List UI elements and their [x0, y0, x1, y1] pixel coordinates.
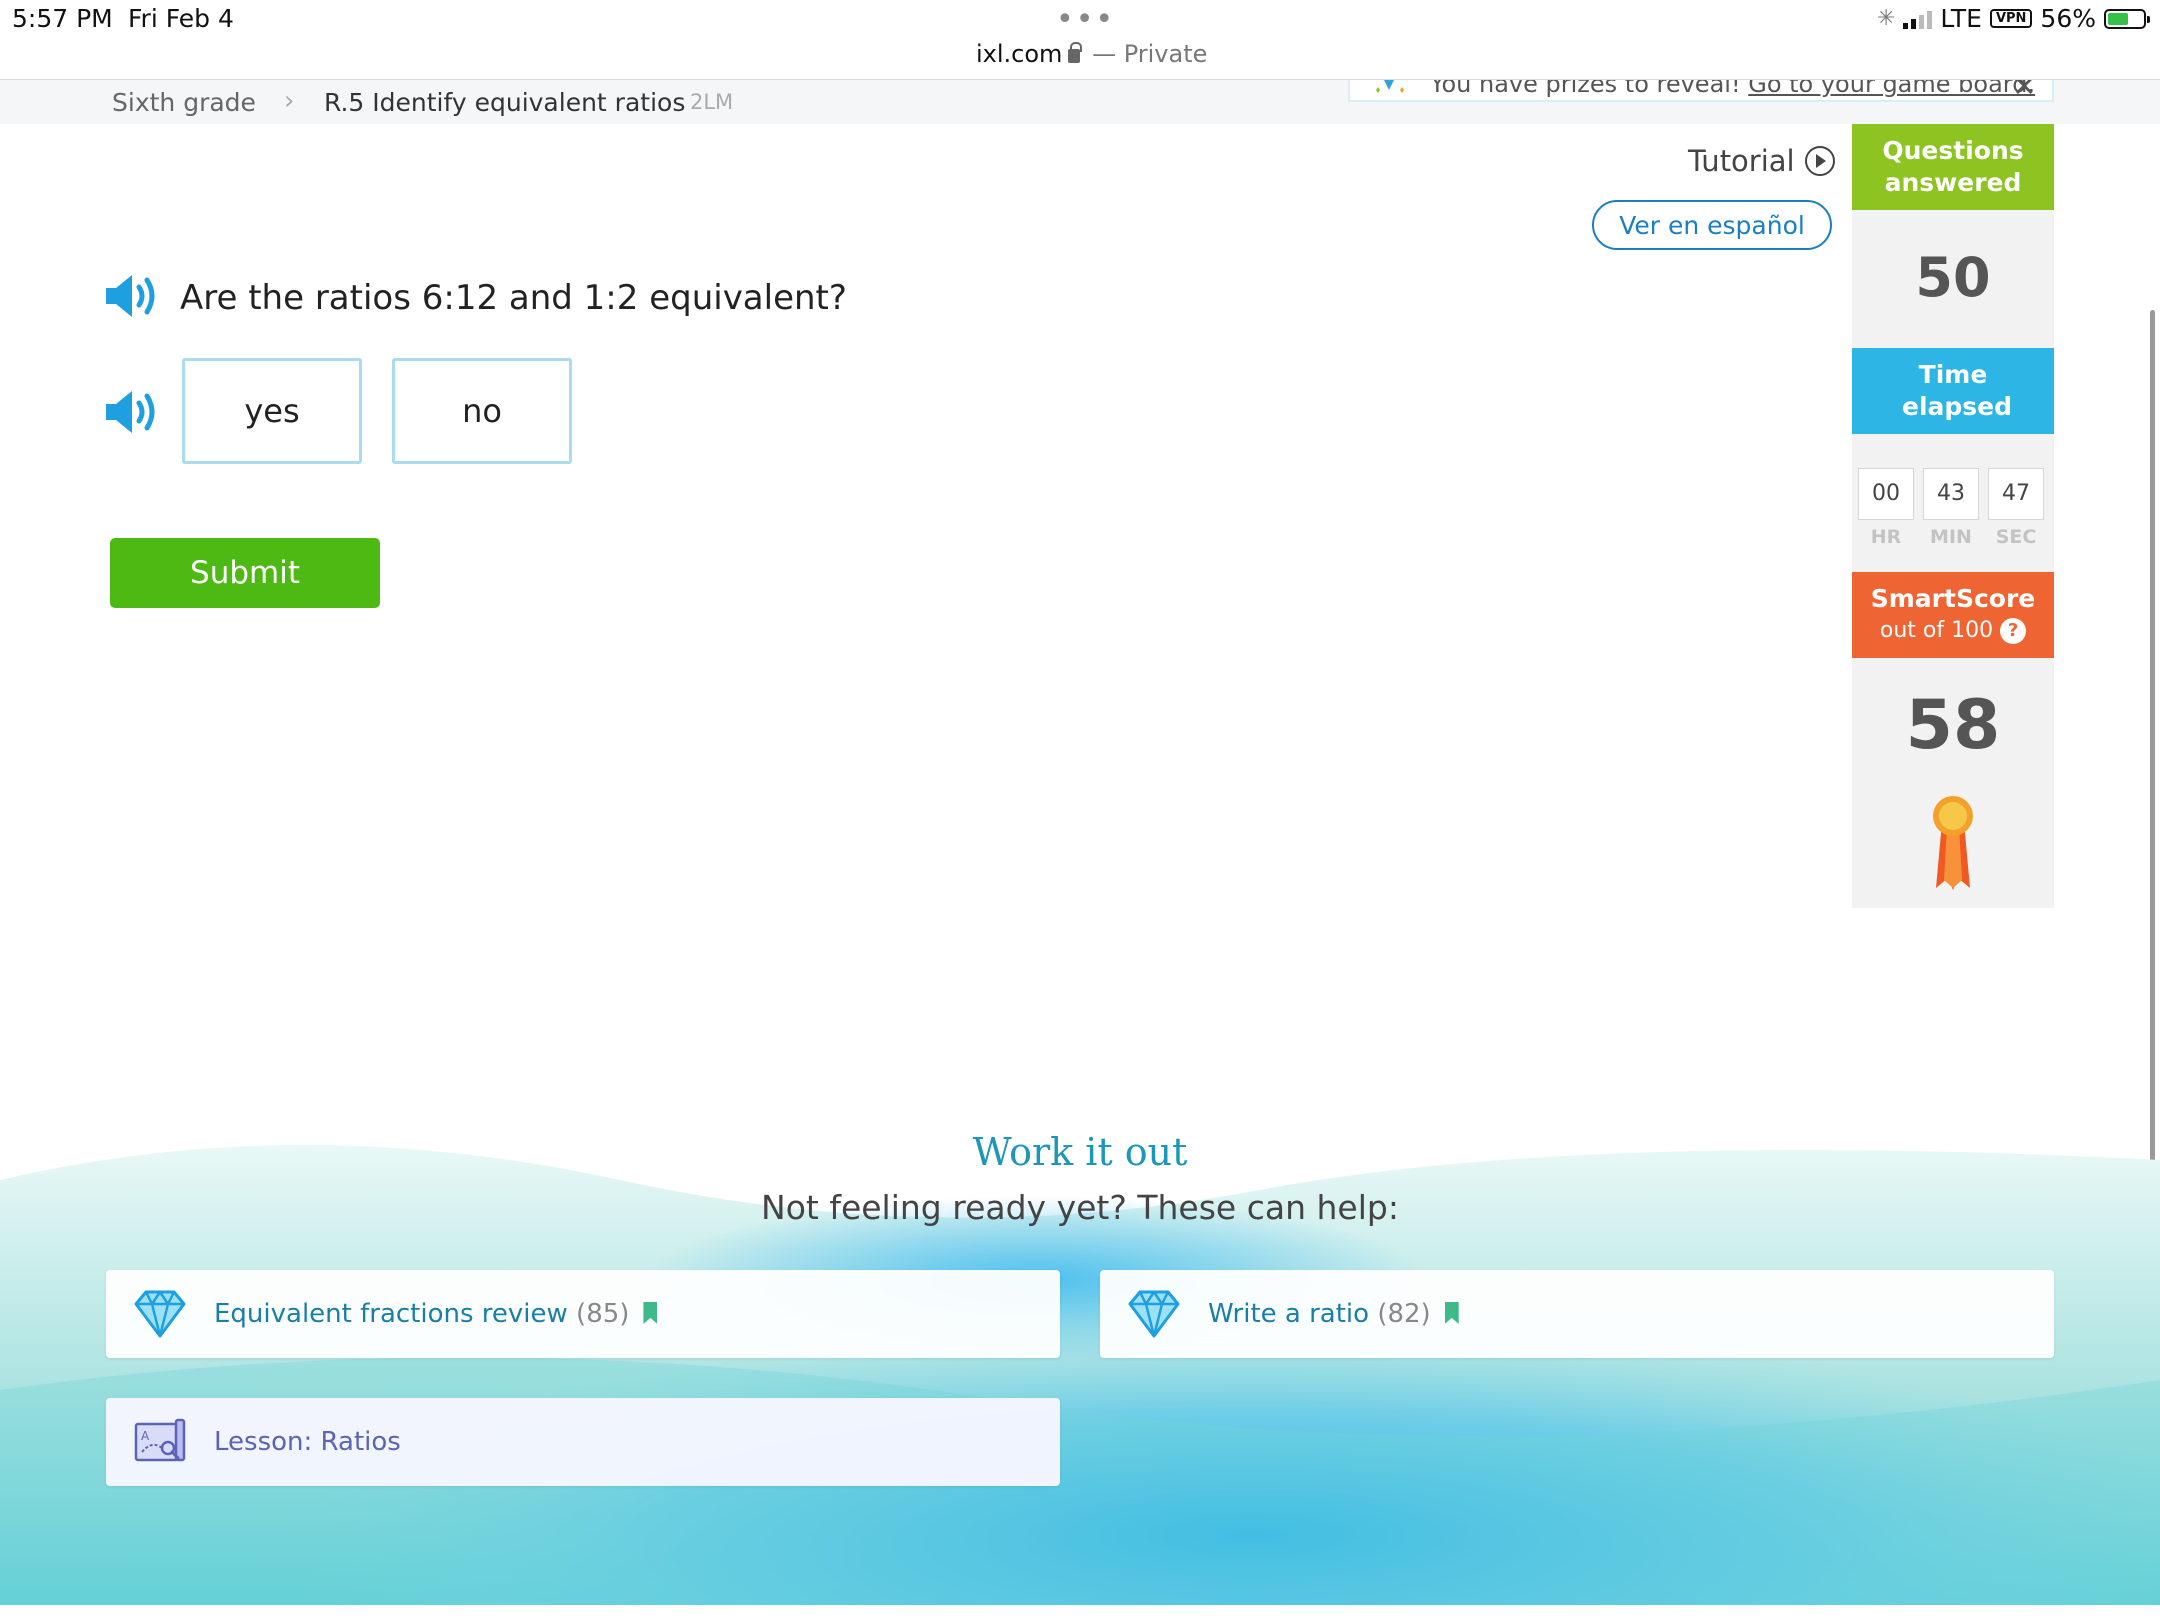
url-text: ixl.com	[976, 40, 1063, 68]
timer-minutes: 43	[1923, 468, 1979, 520]
battery-percent: 56%	[2040, 4, 2096, 33]
timer-seconds-label: SEC	[1995, 526, 2037, 548]
questions-answered-title: Questions answered	[1882, 136, 2024, 197]
vpn-badge: VPN	[1989, 9, 2033, 28]
speaker-icon[interactable]	[104, 272, 160, 320]
more-dots-icon[interactable]: •••	[1056, 2, 1115, 37]
status-bar: 5:57 PM Fri Feb 4 ••• ixl.com — Private …	[0, 0, 2160, 80]
tutorial-label: Tutorial	[1688, 144, 1795, 178]
smartscore-sub-text: out of 100	[1879, 618, 1994, 643]
submit-button[interactable]: Submit	[110, 538, 380, 608]
help-card-title: Lesson: Ratios	[214, 1427, 401, 1457]
breadcrumb-skill: R.5 Identify equivalent ratios	[324, 88, 686, 117]
bookmark-icon	[1444, 1302, 1459, 1324]
diamond-icon	[1128, 1290, 1180, 1338]
timer-seconds: 47	[1988, 468, 2044, 520]
status-time: 5:57 PM	[12, 4, 113, 33]
time-elapsed-header: Time elapsed	[1852, 348, 2054, 434]
timer-hours: 00	[1858, 468, 1914, 520]
private-label: — Private	[1092, 40, 1208, 68]
smartscore-title: SmartScore	[1870, 584, 2036, 613]
speaker-icon[interactable]	[104, 388, 160, 436]
lock-icon	[1068, 42, 1083, 63]
lesson-icon: A	[134, 1418, 186, 1462]
help-card-title: Equivalent fractions review	[214, 1299, 568, 1329]
help-card-lesson-ratios[interactable]: A Lesson: Ratios	[106, 1398, 1060, 1486]
question-text: Are the ratios 6:12 and 1:2 equivalent?	[180, 278, 847, 318]
game-board-link[interactable]: Go to your game board.	[1748, 80, 2035, 98]
bookmark-icon	[643, 1302, 658, 1324]
prize-message: You have prizes to reveal!	[1430, 80, 1741, 98]
help-card-count: (82)	[1377, 1299, 1431, 1329]
timer-hours-label: HR	[1870, 526, 1902, 548]
timer-minutes-label: MIN	[1930, 526, 1972, 548]
award-ribbon-icon	[1933, 796, 1973, 890]
time-elapsed-title: Time elapsed	[1902, 360, 2013, 421]
chevron-right-icon: ›	[284, 86, 295, 116]
spanish-button[interactable]: Ver en español	[1592, 200, 1832, 250]
choice-no-button[interactable]: no	[392, 358, 572, 464]
help-card-label: Equivalent fractions review (85)	[214, 1299, 658, 1329]
smartscore-subtitle: out of 100 ?	[1852, 615, 2054, 647]
address-bar[interactable]: ixl.com — Private	[976, 40, 1207, 68]
svg-text:A: A	[141, 1429, 150, 1443]
sparkle-icon	[1376, 80, 1404, 93]
network-label: LTE	[1940, 4, 1982, 33]
prize-text: You have prizes to reveal! Go to your ga…	[1430, 80, 2035, 98]
diamond-icon	[134, 1290, 186, 1338]
breadcrumb-grade[interactable]: Sixth grade	[112, 88, 256, 117]
questions-answered-value: 50	[1915, 246, 1991, 309]
signal-icon	[1903, 9, 1933, 29]
questions-answered-header: Questions answered	[1852, 124, 2054, 210]
prize-banner: You have prizes to reveal! Go to your ga…	[1348, 80, 2054, 102]
help-card-write-a-ratio[interactable]: Write a ratio (82)	[1100, 1270, 2054, 1358]
stats-panel: Questions answered 50 Time elapsed 00 43…	[1852, 124, 2054, 908]
tutorial-link[interactable]: Tutorial	[1688, 144, 1835, 178]
choice-yes-button[interactable]: yes	[182, 358, 362, 464]
battery-icon	[2104, 8, 2150, 29]
play-circle-icon	[1804, 146, 1835, 176]
close-icon[interactable]: ✕	[2013, 80, 2036, 100]
help-subtitle: Not feeling ready yet? These can help:	[761, 1188, 1399, 1227]
loading-spinner-icon: ✳	[1876, 6, 1896, 31]
smartscore-header: SmartScore out of 100 ?	[1852, 572, 2054, 658]
help-icon[interactable]: ?	[2000, 618, 2027, 644]
help-card-equivalent-fractions[interactable]: Equivalent fractions review (85)	[106, 1270, 1060, 1358]
help-card-label: Write a ratio (82)	[1208, 1299, 1459, 1329]
help-card-title: Write a ratio	[1208, 1299, 1370, 1329]
work-it-out-title: Work it out	[972, 1130, 1188, 1174]
status-date: Fri Feb 4	[128, 4, 234, 33]
help-card-count: (85)	[576, 1299, 630, 1329]
skill-code: 2LM	[690, 90, 734, 114]
smartscore-value: 58	[1905, 686, 2001, 765]
status-indicators: ✳ LTE VPN 56%	[1876, 4, 2150, 33]
